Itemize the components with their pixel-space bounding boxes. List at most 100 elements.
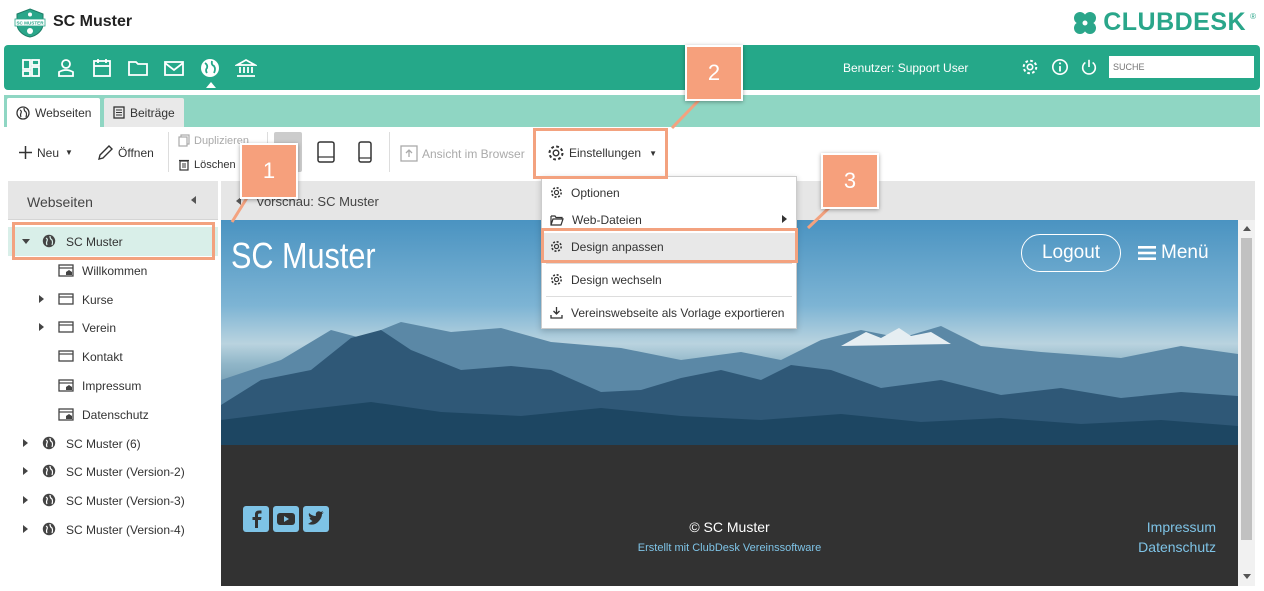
collapse-panel-icon[interactable] [191, 196, 196, 204]
preview-scrollbar[interactable] [1238, 220, 1255, 586]
expand-arrow-icon[interactable] [23, 496, 28, 504]
website-footer: © SC Muster Erstellt mit ClubDesk Verein… [221, 445, 1238, 586]
globe-icon [16, 105, 30, 120]
footer-link-datenschutz[interactable]: Datenschutz [1138, 539, 1216, 555]
club-logo-icon: SC MUSTER [14, 8, 46, 38]
scroll-down-icon[interactable] [1243, 574, 1251, 579]
menu-item-label: Vereinswebseite als Vorlage exportieren [571, 305, 785, 320]
gear-icon [551, 274, 562, 285]
folder-open-icon [550, 214, 564, 226]
person-icon[interactable] [55, 57, 77, 79]
document-icon [113, 106, 125, 119]
home-page-icon [58, 408, 74, 421]
active-nav-indicator [206, 82, 216, 88]
caret-down-icon: ▼ [65, 148, 73, 157]
menu-item-export-template[interactable]: Vereinswebseite als Vorlage exportieren [542, 299, 796, 326]
tree-item-willkommen[interactable]: Willkommen [8, 256, 218, 285]
callout-badge-3: 3 [821, 153, 879, 209]
highlight-box-2 [533, 128, 668, 179]
footer-link-impressum[interactable]: Impressum [1147, 519, 1216, 535]
delete-label: Löschen [194, 158, 236, 171]
gear-icon[interactable] [1021, 58, 1039, 76]
logout-button[interactable]: Logout [1021, 234, 1121, 272]
tree-item-sc-muster-version-4[interactable]: SC Muster (Version-4) [8, 515, 218, 544]
power-icon[interactable] [1080, 58, 1098, 76]
scroll-thumb[interactable] [1241, 238, 1252, 540]
tree-item-impressum[interactable]: Impressum [8, 371, 218, 400]
current-user-label: Benutzer: Support User [843, 61, 969, 75]
expand-arrow-icon[interactable] [39, 323, 44, 331]
mail-icon[interactable] [163, 57, 185, 79]
globe-icon[interactable] [199, 57, 221, 79]
menu-item-label: Web-Dateien [572, 212, 642, 227]
submenu-arrow-icon [782, 215, 787, 223]
tab-beitraege[interactable]: Beiträge [104, 98, 184, 127]
panel-header: Webseiten [8, 181, 218, 220]
svg-text:SC MUSTER: SC MUSTER [16, 21, 44, 26]
dashboard-icon[interactable] [20, 57, 42, 79]
view-in-browser-button[interactable]: Ansicht im Browser [400, 145, 525, 162]
main-nav-bar: Benutzer: Support User [4, 45, 1260, 90]
expand-arrow-icon[interactable] [23, 525, 28, 533]
page-icon [58, 293, 74, 305]
gear-icon [551, 187, 562, 198]
menu-item-optionen[interactable]: Optionen [542, 179, 796, 206]
open-button[interactable]: Öffnen [96, 144, 154, 162]
delete-button[interactable]: Löschen [178, 158, 236, 171]
tree-item-label: SC Muster (Version-4) [66, 523, 185, 537]
callout-badge-1: 1 [240, 143, 298, 199]
copyright-text: © SC Muster [689, 519, 770, 535]
globe-icon [42, 436, 56, 450]
mobile-view-icon[interactable] [357, 141, 373, 163]
tree-item-kontakt[interactable]: Kontakt [8, 342, 218, 371]
search-input[interactable] [1109, 56, 1254, 78]
scroll-up-icon[interactable] [1243, 226, 1251, 231]
tree-item-label: Kontakt [82, 350, 123, 364]
home-page-icon [58, 379, 74, 392]
menu-item-design-wechseln[interactable]: Design wechseln [542, 266, 796, 293]
new-button[interactable]: Neu ▼ [18, 145, 73, 160]
brand-registered: ® [1250, 12, 1256, 21]
folder-icon[interactable] [127, 57, 149, 79]
tree-item-sc-muster-version-3[interactable]: SC Muster (Version-3) [8, 486, 218, 515]
view-in-browser-label: Ansicht im Browser [422, 146, 525, 161]
expand-arrow-icon[interactable] [23, 467, 28, 475]
expand-arrow-icon[interactable] [39, 295, 44, 303]
brand-name: CLUBDESK [1103, 8, 1247, 36]
tab-label: Webseiten [35, 105, 92, 120]
tree-item-datenschutz[interactable]: Datenschutz [8, 400, 218, 429]
plus-icon [19, 146, 32, 159]
tree-item-sc-muster-6[interactable]: SC Muster (6) [8, 429, 218, 458]
tree-item-sc-muster-version-2[interactable]: SC Muster (Version-2) [8, 457, 218, 486]
globe-icon [42, 464, 56, 478]
copy-icon [178, 134, 190, 147]
toolbar-divider [389, 132, 390, 172]
highlight-box-1 [12, 222, 215, 260]
expand-arrow-icon[interactable] [23, 439, 28, 447]
info-icon[interactable] [1051, 58, 1069, 76]
globe-icon [42, 493, 56, 507]
toolbar-divider [168, 132, 169, 172]
tree-item-label: SC Muster (Version-3) [66, 494, 185, 508]
tab-webseiten[interactable]: Webseiten [7, 98, 101, 127]
tree-item-label: Impressum [82, 379, 142, 393]
tree-item-label: Verein [82, 321, 117, 335]
duplicate-button[interactable]: Duplizieren [178, 134, 249, 147]
bank-icon[interactable] [235, 57, 257, 79]
callout-badge-2: 2 [685, 45, 743, 101]
tablet-view-icon[interactable] [316, 141, 336, 163]
panel-title: Webseiten [27, 194, 93, 210]
menu-button[interactable]: Menü [1138, 242, 1209, 264]
calendar-icon[interactable] [91, 57, 113, 79]
tree-item-verein[interactable]: Verein [8, 313, 218, 342]
credit-link[interactable]: Erstellt mit ClubDesk Vereinssoftware [221, 542, 1238, 554]
page-icon [58, 350, 74, 362]
title-bar: SC MUSTER SC Muster CLUBDESK ® [0, 0, 1264, 44]
menu-item-label: Optionen [571, 185, 620, 200]
trash-icon [179, 159, 189, 171]
site-title: SC Muster [231, 235, 376, 276]
external-view-icon [400, 145, 418, 162]
tree-item-kurse[interactable]: Kurse [8, 285, 218, 314]
globe-icon [42, 522, 56, 536]
clubdesk-brand: CLUBDESK ® [1071, 8, 1256, 37]
